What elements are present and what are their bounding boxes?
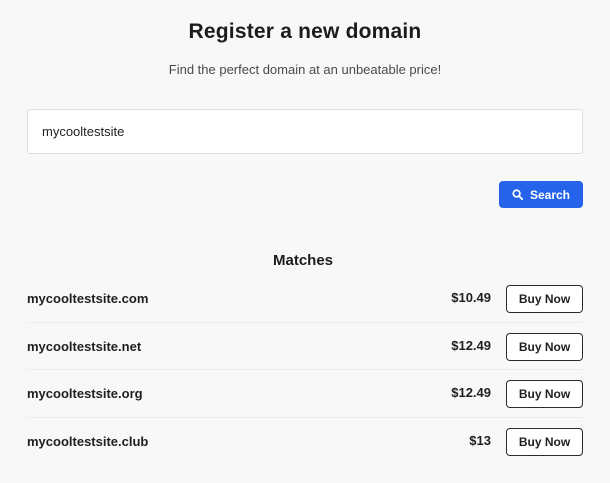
result-row: mycooltestsite.club $13 Buy Now [27, 418, 583, 466]
domain-name: mycooltestsite.net [27, 338, 142, 354]
buy-now-button[interactable]: Buy Now [506, 380, 583, 408]
domain-search-input[interactable] [27, 109, 583, 154]
matches-heading: Matches [272, 252, 334, 269]
buy-now-button[interactable]: Buy Now [506, 332, 583, 361]
search-icon [512, 189, 523, 200]
domain-price: $12.49 [451, 385, 491, 400]
buy-now-button[interactable]: Buy Now [506, 285, 583, 313]
domain-price: $13 [469, 432, 491, 448]
domain-price: $10.49 [451, 290, 491, 305]
search-button[interactable]: Search [499, 181, 583, 208]
domain-registration-page: Register a new domain Find the perfect d… [0, 0, 610, 483]
domain-name: mycooltestsite.com [27, 291, 149, 306]
results-list: mycooltestsite.com $10.49 Buy Now mycool… [27, 275, 583, 465]
result-row: mycooltestsite.org $12.49 Buy Now [27, 370, 583, 418]
buy-now-button[interactable]: Buy Now [506, 427, 583, 456]
page-title: Register a new domain [188, 20, 422, 43]
page-subtitle: Find the perfect domain at an unbeatable… [168, 62, 442, 77]
domain-price: $12.49 [451, 337, 491, 353]
domain-name: mycooltestsite.org [27, 386, 143, 401]
result-row: mycooltestsite.com $10.49 Buy Now [27, 275, 583, 323]
domain-name: mycooltestsite.club [27, 433, 149, 449]
search-button-label: Search [529, 187, 571, 202]
result-row: mycooltestsite.net $12.49 Buy Now [27, 323, 583, 370]
